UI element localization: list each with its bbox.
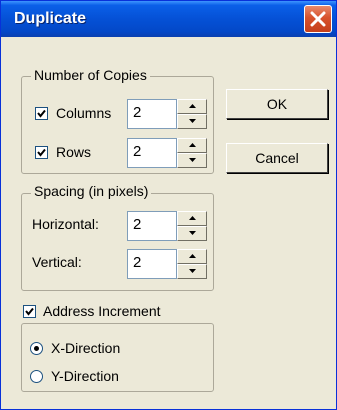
close-button[interactable]: [304, 5, 332, 33]
check-icon: [37, 109, 46, 118]
arrow-down-icon: [189, 158, 196, 162]
columns-input[interactable]: 2: [127, 99, 177, 129]
arrow-up-icon: [189, 216, 196, 220]
number-of-copies-legend: Number of Copies: [31, 67, 150, 83]
arrow-up-icon: [189, 104, 196, 108]
check-icon: [37, 148, 46, 157]
horizontal-label: Horizontal:: [32, 216, 99, 232]
rows-label: Rows: [56, 144, 92, 160]
arrow-up-icon: [189, 143, 196, 147]
ok-button[interactable]: OK: [226, 89, 328, 119]
address-increment-label: Address Increment: [43, 303, 161, 319]
y-direction-label: Y-Direction: [51, 368, 119, 384]
vertical-input[interactable]: 2: [127, 249, 177, 279]
rows-spinner: 2: [127, 138, 207, 168]
y-direction-radio[interactable]: [30, 370, 43, 383]
x-direction-label: X-Direction: [51, 340, 121, 356]
close-icon: [310, 11, 326, 27]
arrow-down-icon: [189, 119, 196, 123]
window-title: Duplicate: [14, 10, 87, 27]
rows-checkbox[interactable]: [35, 146, 48, 159]
rows-increment-button[interactable]: [177, 138, 207, 153]
horizontal-decrement-button[interactable]: [177, 226, 207, 241]
vertical-increment-button[interactable]: [177, 249, 207, 264]
arrow-up-icon: [189, 254, 196, 258]
columns-decrement-button[interactable]: [177, 114, 207, 129]
columns-increment-button[interactable]: [177, 99, 207, 114]
spacing-legend: Spacing (in pixels): [31, 183, 152, 199]
address-increment-checkbox[interactable]: [23, 305, 36, 318]
horizontal-spinner: 2: [127, 211, 207, 241]
arrow-down-icon: [189, 231, 196, 235]
columns-spinner: 2: [127, 99, 207, 129]
title-bar[interactable]: Duplicate: [1, 1, 336, 37]
vertical-spinner: 2: [127, 249, 207, 279]
vertical-decrement-button[interactable]: [177, 264, 207, 279]
horizontal-increment-button[interactable]: [177, 211, 207, 226]
rows-decrement-button[interactable]: [177, 153, 207, 168]
rows-input[interactable]: 2: [127, 138, 177, 168]
arrow-down-icon: [189, 269, 196, 273]
columns-label: Columns: [56, 105, 112, 121]
horizontal-input[interactable]: 2: [127, 211, 177, 241]
columns-checkbox[interactable]: [35, 107, 48, 120]
check-icon: [25, 307, 34, 316]
vertical-label: Vertical:: [32, 254, 82, 270]
radio-selected-dot: [34, 346, 39, 351]
x-direction-radio[interactable]: [30, 342, 43, 355]
cancel-button[interactable]: Cancel: [226, 143, 328, 173]
duplicate-dialog: Duplicate Number of Copies Columns 2 Row…: [0, 0, 337, 410]
